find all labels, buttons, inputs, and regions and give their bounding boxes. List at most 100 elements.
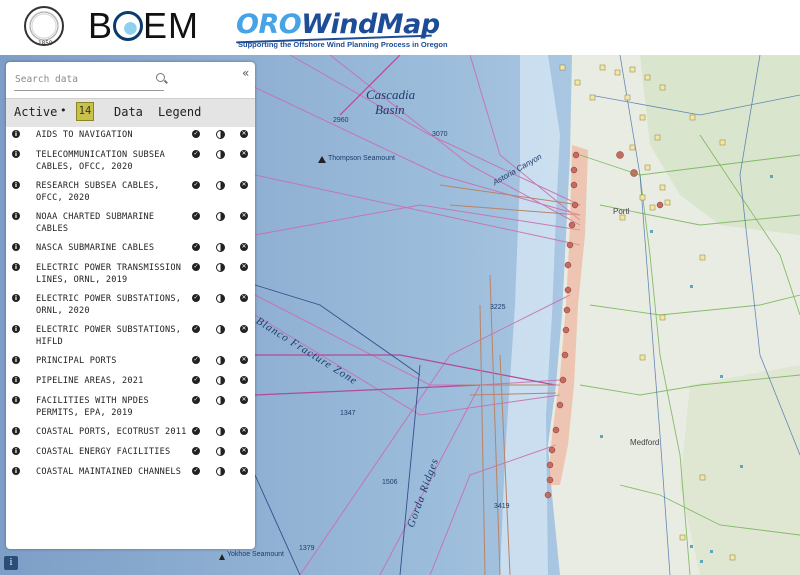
opacity-icon[interactable] bbox=[216, 427, 225, 436]
tab-active[interactable]: Active bbox=[14, 105, 57, 119]
remove-layer-icon[interactable]: ✕ bbox=[240, 212, 248, 220]
layer-name: COASTAL PORTS, ECOTRUST 2011 bbox=[36, 427, 187, 437]
visibility-check-icon[interactable]: ✓ bbox=[192, 150, 200, 158]
opacity-icon[interactable] bbox=[216, 212, 225, 221]
info-icon[interactable]: i bbox=[12, 447, 20, 455]
visibility-check-icon[interactable]: ✓ bbox=[192, 396, 200, 404]
visibility-check-icon[interactable]: ✓ bbox=[192, 294, 200, 302]
layer-row: i AIDS TO NAVIGATION ✓ ✕ bbox=[6, 126, 255, 146]
about-info-button[interactable]: i bbox=[4, 556, 18, 570]
remove-layer-icon[interactable]: ✕ bbox=[240, 181, 248, 189]
layers-panel: « Active • 14 Data Legend i AIDS TO NAVI… bbox=[6, 62, 255, 549]
seal-year: 1859 bbox=[38, 40, 53, 47]
search-icon[interactable] bbox=[156, 73, 165, 82]
active-count-badge: 14 bbox=[76, 102, 94, 121]
layer-row: i PIPELINE AREAS, 2021 ✓ ✕ bbox=[6, 372, 255, 392]
opacity-icon[interactable] bbox=[216, 467, 225, 476]
info-icon[interactable]: i bbox=[12, 243, 20, 251]
tab-data[interactable]: Data bbox=[114, 105, 143, 119]
active-layer-list: i AIDS TO NAVIGATION ✓ ✕ i TELECOMMUNICA… bbox=[6, 126, 255, 483]
layer-row: i ELECTRIC POWER SUBSTATIONS, ORNL, 2020… bbox=[6, 290, 255, 321]
opacity-icon[interactable] bbox=[216, 243, 225, 252]
layer-row: i NOAA CHARTED SUBMARINE CABLES ✓ ✕ bbox=[6, 208, 255, 239]
layer-name: NASCA SUBMARINE CABLES bbox=[36, 243, 155, 253]
visibility-check-icon[interactable]: ✓ bbox=[192, 325, 200, 333]
layer-name: NOAA CHARTED SUBMARINE CABLES bbox=[36, 212, 155, 234]
collapse-panel-button[interactable]: « bbox=[242, 66, 249, 80]
opacity-icon[interactable] bbox=[216, 150, 225, 159]
panel-tabs: Active • 14 Data Legend bbox=[6, 98, 255, 127]
remove-layer-icon[interactable]: ✕ bbox=[240, 447, 248, 455]
layer-row: i COASTAL PORTS, ECOTRUST 2011 ✓ ✕ bbox=[6, 423, 255, 443]
info-icon[interactable]: i bbox=[12, 150, 20, 158]
opacity-icon[interactable] bbox=[216, 263, 225, 272]
info-icon[interactable]: i bbox=[12, 356, 20, 364]
layer-row: i RESEARCH SUBSEA CABLES, OFCC, 2020 ✓ ✕ bbox=[6, 177, 255, 208]
layer-name: TELECOMMUNICATION SUBSEA CABLES, OFCC, 2… bbox=[36, 150, 165, 172]
layer-name: ELECTRIC POWER TRANSMISSION LINES, ORNL,… bbox=[36, 263, 182, 285]
remove-layer-icon[interactable]: ✕ bbox=[240, 263, 248, 271]
remove-layer-icon[interactable]: ✕ bbox=[240, 396, 248, 404]
orowindmap-subtitle: Supporting the Offshore Wind Planning Pr… bbox=[238, 40, 448, 49]
depth-3225: 3225 bbox=[490, 304, 506, 311]
visibility-check-icon[interactable]: ✓ bbox=[192, 376, 200, 384]
depth-1347: 1347 bbox=[340, 410, 356, 417]
opacity-icon[interactable] bbox=[216, 396, 225, 405]
layer-name: RESEARCH SUBSEA CABLES, OFCC, 2020 bbox=[36, 181, 160, 203]
info-icon[interactable]: i bbox=[12, 212, 20, 220]
land-green-south bbox=[680, 365, 800, 575]
layer-row: i COASTAL ENERGY FACILITIES ✓ ✕ bbox=[6, 443, 255, 463]
opacity-icon[interactable] bbox=[216, 376, 225, 385]
remove-layer-icon[interactable]: ✕ bbox=[240, 325, 248, 333]
opacity-icon[interactable] bbox=[216, 294, 225, 303]
visibility-check-icon[interactable]: ✓ bbox=[192, 263, 200, 271]
remove-layer-icon[interactable]: ✕ bbox=[240, 427, 248, 435]
remove-layer-icon[interactable]: ✕ bbox=[240, 150, 248, 158]
boem-logo: B EM bbox=[88, 5, 200, 46]
remove-layer-icon[interactable]: ✕ bbox=[240, 130, 248, 138]
search-box bbox=[14, 70, 165, 91]
visibility-check-icon[interactable]: ✓ bbox=[192, 467, 200, 475]
layer-row: i TELECOMMUNICATION SUBSEA CABLES, OFCC,… bbox=[6, 146, 255, 177]
visibility-check-icon[interactable]: ✓ bbox=[192, 181, 200, 189]
thompson-seamount-label: Thompson Seamount bbox=[328, 155, 395, 162]
cascadia-basin-label: Cascadia bbox=[366, 87, 416, 102]
visibility-check-icon[interactable]: ✓ bbox=[192, 130, 200, 138]
info-icon[interactable]: i bbox=[12, 130, 20, 138]
info-icon[interactable]: i bbox=[12, 427, 20, 435]
remove-layer-icon[interactable]: ✕ bbox=[240, 356, 248, 364]
opacity-icon[interactable] bbox=[216, 325, 225, 334]
visibility-check-icon[interactable]: ✓ bbox=[192, 356, 200, 364]
depth-3070: 3070 bbox=[432, 131, 448, 138]
info-icon[interactable]: i bbox=[12, 325, 20, 333]
remove-layer-icon[interactable]: ✕ bbox=[240, 467, 248, 475]
layer-row: i NASCA SUBMARINE CABLES ✓ ✕ bbox=[6, 239, 255, 259]
depth-1379: 1379 bbox=[299, 545, 315, 552]
info-icon[interactable]: i bbox=[12, 376, 20, 384]
depth-2960: 2960 bbox=[333, 117, 349, 124]
info-icon[interactable]: i bbox=[12, 181, 20, 189]
visibility-check-icon[interactable]: ✓ bbox=[192, 427, 200, 435]
opacity-icon[interactable] bbox=[216, 356, 225, 365]
boem-logo-emblem bbox=[113, 11, 144, 41]
info-icon[interactable]: i bbox=[12, 396, 20, 404]
visibility-check-icon[interactable]: ✓ bbox=[192, 447, 200, 455]
remove-layer-icon[interactable]: ✕ bbox=[240, 376, 248, 384]
depth-3419: 3419 bbox=[494, 503, 510, 510]
layer-row: i ELECTRIC POWER TRANSMISSION LINES, ORN… bbox=[6, 259, 255, 290]
layer-row: i PRINCIPAL PORTS ✓ ✕ bbox=[6, 352, 255, 372]
visibility-check-icon[interactable]: ✓ bbox=[192, 212, 200, 220]
search-input[interactable] bbox=[14, 70, 150, 88]
info-icon[interactable]: i bbox=[12, 467, 20, 475]
opacity-icon[interactable] bbox=[216, 130, 225, 139]
info-icon[interactable]: i bbox=[12, 263, 20, 271]
visibility-check-icon[interactable]: ✓ bbox=[192, 243, 200, 251]
remove-layer-icon[interactable]: ✕ bbox=[240, 294, 248, 302]
tab-legend[interactable]: Legend bbox=[158, 105, 201, 119]
remove-layer-icon[interactable]: ✕ bbox=[240, 243, 248, 251]
cascadia-basin-label-line2: Basin bbox=[375, 102, 405, 117]
info-icon[interactable]: i bbox=[12, 294, 20, 302]
layer-name: ELECTRIC POWER SUBSTATIONS, ORNL, 2020 bbox=[36, 294, 182, 316]
opacity-icon[interactable] bbox=[216, 447, 225, 456]
opacity-icon[interactable] bbox=[216, 181, 225, 190]
